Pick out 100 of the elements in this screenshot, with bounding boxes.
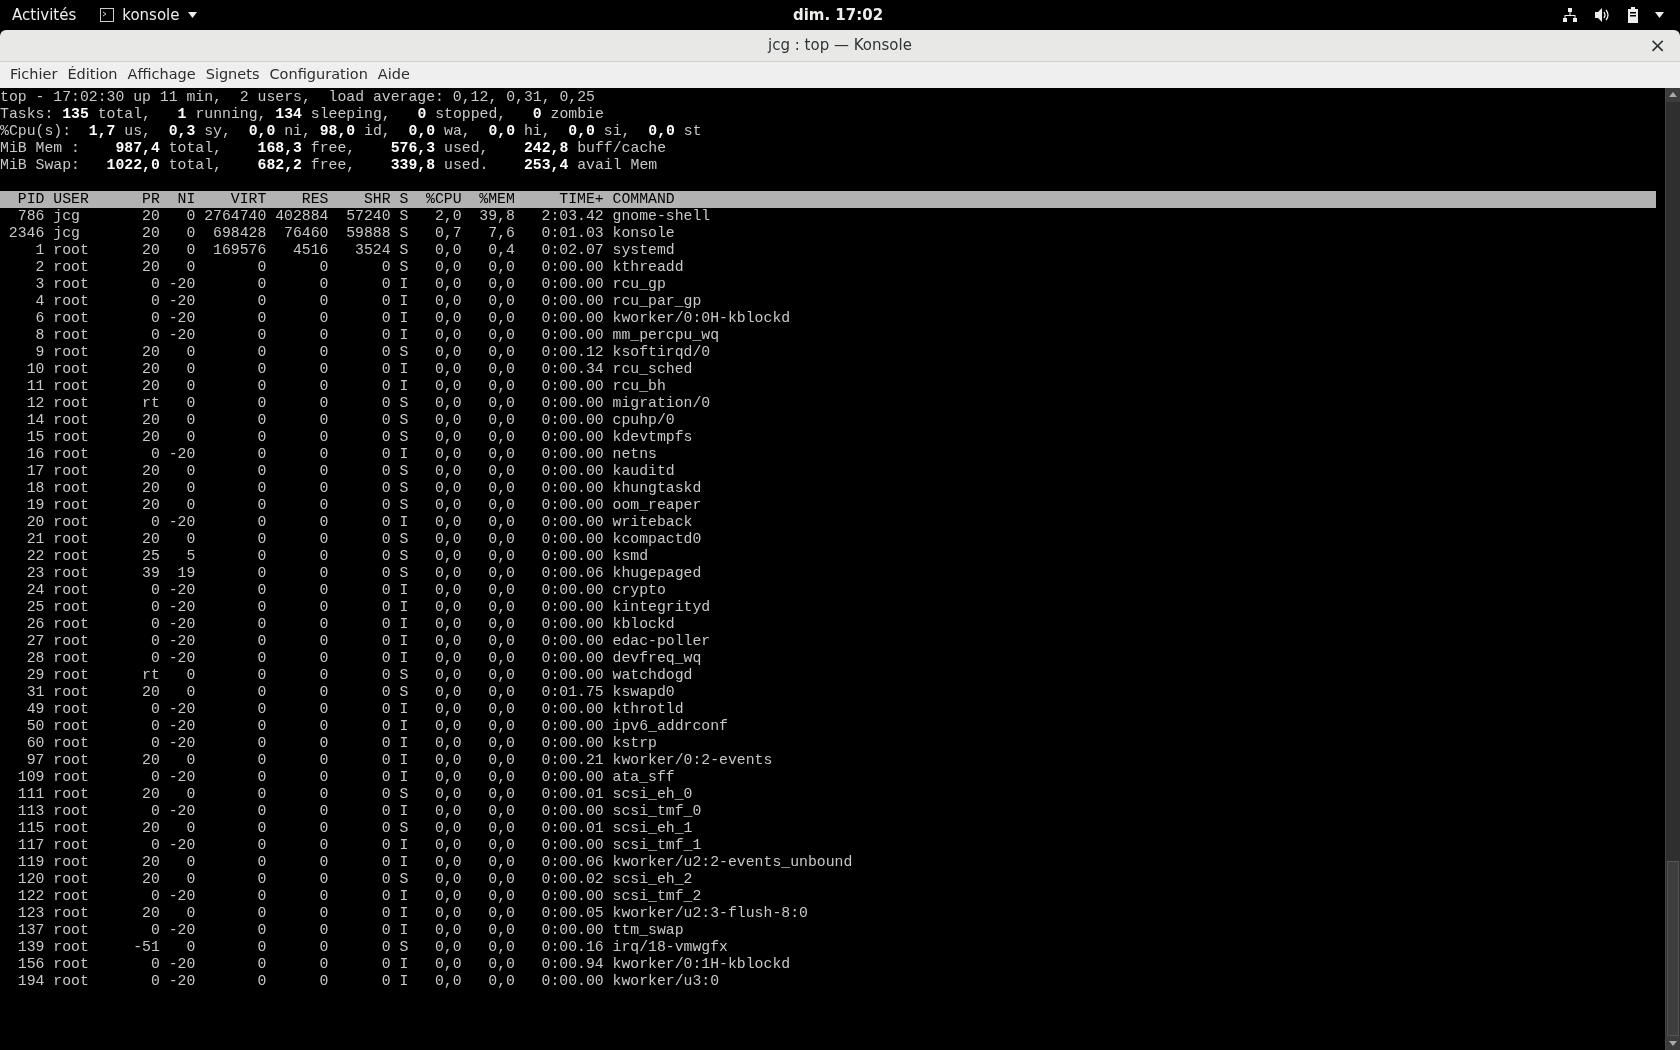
table-cell-text: 12 [25, 395, 45, 412]
table-cell-text: 0 [256, 905, 267, 922]
table-cell-text: 0 [149, 888, 160, 905]
table-cell: ttm_swap [612, 922, 684, 939]
table-cell-text: 0,0 [434, 871, 462, 888]
table-cell-text: 0,0 [434, 650, 462, 667]
table-cell-text: root [53, 327, 90, 344]
table-cell-text: 0 [380, 939, 391, 956]
table-cell-text: 0 [256, 752, 267, 769]
table-cell-text: 76460 [283, 225, 329, 242]
table-cell-text: root [53, 293, 90, 310]
table-cell-text: 49 [25, 701, 45, 718]
table-cell-text: root [53, 769, 90, 786]
menu-item[interactable]: Fichier [5, 64, 63, 86]
table-cell-text: 0 [318, 497, 329, 514]
battery-icon[interactable] [1627, 7, 1639, 23]
scrollbar[interactable] [1665, 88, 1680, 1050]
table-cell-text: 0,0 [434, 463, 462, 480]
table-cell-text: 0:00.00 [540, 888, 604, 905]
table-cell-text: 26 [25, 616, 45, 633]
table-cell-text: 194 [16, 973, 45, 990]
table-cell-text: 0 [318, 701, 329, 718]
menu-item[interactable]: Édition [62, 64, 123, 86]
table-cell-text: 0:02.07 [540, 242, 604, 259]
table-cell-text: 0,0 [434, 973, 462, 990]
table-cell: kcompactd0 [612, 531, 702, 548]
table-cell-text: 0 [185, 225, 196, 242]
table-cell-text: 0,0 [434, 395, 462, 412]
table-cell: S [399, 259, 409, 276]
table-cell: scsi_eh_0 [612, 786, 693, 803]
table-cell-text: 0 [149, 803, 160, 820]
table-cell-text: 2 [34, 259, 45, 276]
table-cell: S [399, 531, 409, 548]
table-cell: -20 [168, 769, 196, 786]
table-cell-text: 0:00.00 [540, 480, 604, 497]
table-cell-text: 0 [256, 837, 267, 854]
close-button[interactable]: × [1649, 34, 1666, 56]
table-cell-text: 0 [149, 514, 160, 531]
table-cell-text: 0,0 [487, 633, 515, 650]
table-cell-text: 57240 [345, 208, 391, 225]
table-cell-text: 0 [149, 650, 160, 667]
table-cell-text: 20 [141, 344, 160, 361]
table-cell-text: 0 [318, 327, 329, 344]
table-cell-text: 0 [380, 480, 391, 497]
table-cell-text: 0 [185, 378, 196, 395]
scroll-down-icon[interactable] [1666, 1036, 1680, 1050]
table-cell-text: 25 [141, 548, 160, 565]
menu-item[interactable]: Affichage [122, 64, 201, 86]
table-cell-text: 0,0 [434, 531, 462, 548]
app-menu-button[interactable]: konsole [100, 3, 197, 27]
menu-item[interactable]: Configuration [264, 64, 373, 86]
table-cell-text: 0:00.00 [540, 922, 604, 939]
table-cell-text: 0 [318, 480, 329, 497]
table-cell-text: 0 [149, 582, 160, 599]
table-cell-text: 0 [185, 412, 196, 429]
table-cell: kworker/u2:2-events_unbound [612, 854, 853, 871]
table-cell-text: 23 [25, 565, 45, 582]
table-cell-text: 0 [380, 378, 391, 395]
table-cell: -20 [168, 599, 196, 616]
caret-icon[interactable] [1655, 12, 1664, 18]
table-cell-text: 0 [380, 735, 391, 752]
volume-icon[interactable] [1594, 7, 1611, 23]
table-cell-text: jcg [53, 225, 81, 242]
table-cell: I [399, 888, 409, 905]
table-cell-text: 0 [380, 565, 391, 582]
table-cell-text: 0,0 [487, 769, 515, 786]
table-cell-text: 0,0 [434, 939, 462, 956]
table-cell: kthreadd [612, 259, 684, 276]
table-cell-text: 156 [16, 956, 45, 973]
column-header: %MEM [478, 191, 515, 208]
clock[interactable]: dim. 17:02 [792, 3, 884, 27]
menu-item[interactable]: Aide [372, 64, 415, 86]
table-cell-text: 0 [185, 497, 196, 514]
table-cell-text: 0 [149, 701, 160, 718]
table-cell-text: 0 [380, 973, 391, 990]
table-cell: -20 [168, 701, 196, 718]
table-cell-text: 0 [380, 650, 391, 667]
table-cell-text: 0 [256, 446, 267, 463]
table-cell: kdevtmpfs [612, 429, 693, 446]
table-cell: S [399, 412, 409, 429]
table-cell: scsi_tmf_0 [612, 803, 702, 820]
table-cell-text: 0,0 [487, 905, 515, 922]
table-cell-text: 0 [380, 786, 391, 803]
table-cell-text: 0,0 [487, 582, 515, 599]
table-cell-text: 0 [185, 361, 196, 378]
table-cell-text: 0 [318, 854, 329, 871]
table-cell-text: 39 [141, 565, 160, 582]
table-cell-text: 0 [318, 293, 329, 310]
scroll-up-icon[interactable] [1666, 88, 1680, 102]
table-cell-text: 0,0 [434, 378, 462, 395]
table-cell-text: 0 [380, 956, 391, 973]
network-icon[interactable] [1562, 7, 1578, 23]
activities-button[interactable]: Activités [12, 3, 77, 27]
scrollbar-thumb[interactable] [1667, 861, 1679, 1036]
table-cell-text: 0,0 [487, 667, 515, 684]
menu-item[interactable]: Signets [200, 64, 265, 86]
table-cell-text: 0 [318, 820, 329, 837]
table-cell-text: 119 [16, 854, 45, 871]
summary-line: Tasks: 135 total, 1 running, 134 sleeping, 0 stopped, 0 zombie [0, 106, 604, 123]
table-cell: kworker/u3:0 [612, 973, 720, 990]
